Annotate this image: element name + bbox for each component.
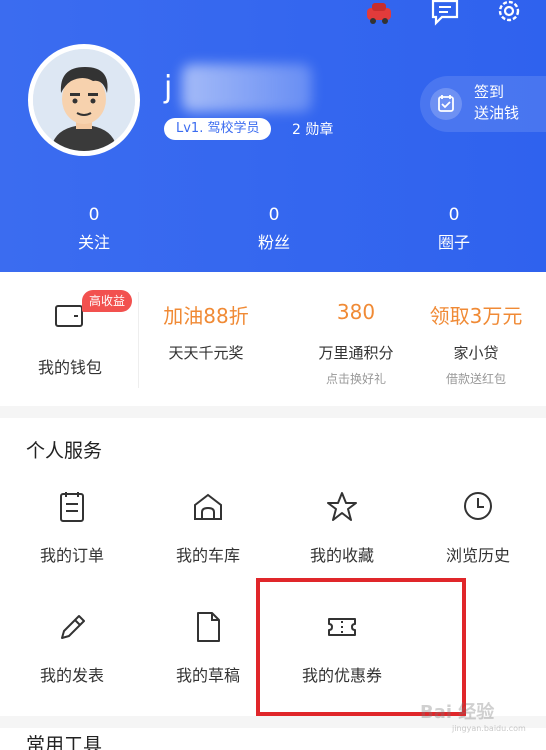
service-label: 我的车库 [175, 546, 240, 565]
settings-icon[interactable] [494, 0, 524, 26]
stat-following[interactable]: 0 关注 [49, 204, 139, 256]
stat-value: 0 [88, 205, 100, 225]
stat-label: 粉丝 [257, 233, 290, 252]
signin-line1: 签到 [474, 83, 505, 101]
order-icon [60, 492, 84, 522]
signin-text: 签到 送油钱 [474, 82, 519, 124]
level-badge[interactable]: Lv1. 驾校学员 [164, 118, 272, 140]
services-title: 个人服务 [26, 440, 103, 462]
service-history[interactable]: 浏览历史 [410, 476, 546, 594]
car-icon[interactable] [364, 0, 394, 26]
wallet-row: 高收益 我的钱包 加油88折 天天千元奖 380 万里通积分 点击换好礼 领取3… [0, 272, 546, 406]
stat-circles[interactable]: 0 圈子 [409, 204, 499, 256]
calendar-check-icon [430, 88, 462, 120]
section-gap [0, 406, 546, 418]
wallet-entry[interactable]: 高收益 我的钱包 [0, 272, 136, 406]
promo-fuel-title[interactable]: 加油88折 [138, 300, 274, 329]
service-orders[interactable]: 我的订单 [4, 476, 140, 594]
promo-fuel-subtitle: 天天千元奖 [168, 344, 244, 362]
promo-points-title[interactable]: 380 [288, 300, 424, 324]
stat-value: 0 [448, 205, 460, 225]
service-favorites[interactable]: 我的收藏 [274, 476, 410, 594]
promo-loan-title[interactable]: 领取3万元 [408, 300, 544, 329]
service-posts[interactable]: 我的发表 [4, 596, 140, 714]
service-label: 我的订单 [39, 546, 104, 565]
message-icon[interactable] [430, 0, 460, 26]
stat-fans[interactable]: 0 粉丝 [229, 204, 319, 256]
high-yield-badge: 高收益 [82, 290, 133, 312]
watermark: Bai 经验 [420, 702, 495, 723]
stat-value: 0 [268, 205, 280, 225]
highlight-box [256, 578, 466, 716]
stat-label: 圈子 [437, 233, 470, 252]
profile-header: j Lv1. 驾校学员 2 勋章 签到 送油钱 0 关注 0 粉丝 0 圈子 [0, 0, 546, 272]
service-label: 我的收藏 [309, 546, 374, 565]
clock-icon [464, 492, 492, 520]
signin-line2: 送油钱 [474, 104, 520, 122]
tools-title: 常用工具 [26, 734, 103, 750]
blurred-username [182, 64, 312, 112]
star-icon [327, 492, 357, 521]
draft-icon [197, 612, 220, 642]
pencil-icon [61, 615, 85, 639]
promo-points-subtitle: 万里通积分 [318, 344, 394, 362]
garage-icon [194, 493, 222, 520]
signin-button[interactable]: 签到 送油钱 [420, 76, 546, 132]
promo-loan-note: 借款送红包 [445, 372, 506, 386]
watermark-url: jingyan.baidu.com [452, 724, 526, 733]
service-garage[interactable]: 我的车库 [140, 476, 276, 594]
service-label: 浏览历史 [445, 546, 510, 565]
promo-points-note: 点击换好礼 [325, 372, 386, 386]
promo-loan-subtitle: 家小贷 [453, 344, 499, 362]
service-label: 我的发表 [39, 666, 104, 685]
wallet-label: 我的钱包 [37, 358, 102, 377]
medals-count[interactable]: 2 勋章 [292, 119, 333, 139]
stat-label: 关注 [77, 233, 110, 252]
avatar[interactable] [28, 44, 140, 156]
username: j [164, 70, 173, 105]
